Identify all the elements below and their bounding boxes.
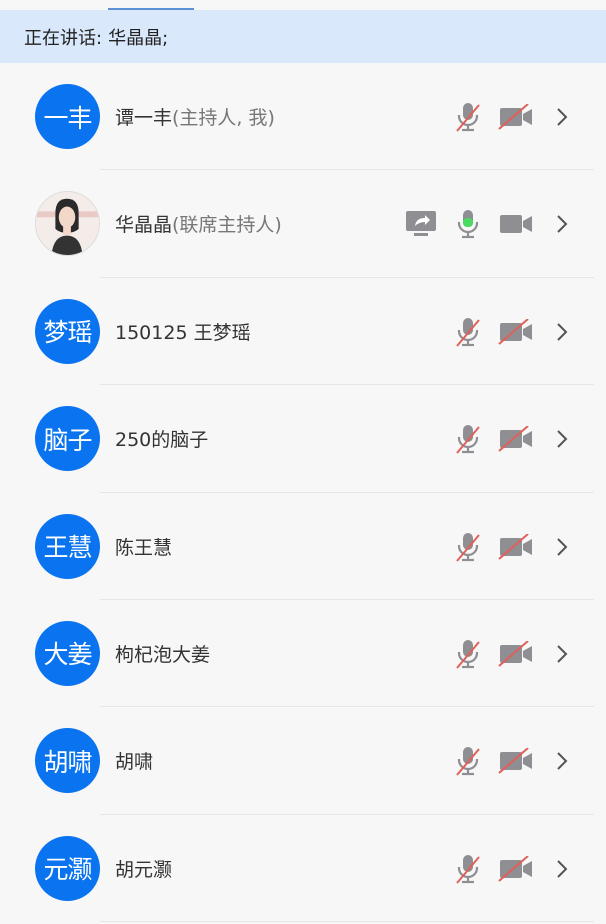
chevron-right-icon[interactable] xyxy=(550,208,574,240)
camera-off-icon[interactable] xyxy=(497,638,535,670)
participant-row[interactable]: 大姜 枸杞泡大姜 xyxy=(0,600,606,708)
camera-on-icon[interactable] xyxy=(497,208,535,240)
participant-name: 150125 王梦瑶 xyxy=(115,321,251,344)
chevron-right-icon[interactable] xyxy=(550,638,574,670)
avatar: 一丰 xyxy=(35,84,100,149)
mic-muted-icon[interactable] xyxy=(452,853,484,885)
camera-off-icon[interactable] xyxy=(497,101,535,133)
chevron-right-icon[interactable] xyxy=(550,745,574,777)
mic-muted-icon[interactable] xyxy=(452,423,484,455)
avatar: 大姜 xyxy=(35,620,100,686)
speaking-name: 华晶晶; xyxy=(108,27,169,49)
avatar: 胡啸 xyxy=(35,728,100,794)
participant-name: 陈王慧 xyxy=(115,536,173,559)
camera-off-icon[interactable] xyxy=(497,423,535,455)
chevron-right-icon[interactable] xyxy=(550,853,574,885)
participant-row[interactable]: 一丰 谭一丰 (主持人, 我) xyxy=(0,63,606,171)
participant-row[interactable]: 胡啸 胡啸 xyxy=(0,707,606,815)
participant-name: 胡啸 xyxy=(115,751,154,774)
participant-role: (联席主持人) xyxy=(172,214,282,237)
participant-name-group: 150125 王梦瑶 xyxy=(115,278,251,385)
participant-row[interactable]: 梦瑶 150125 王梦瑶 xyxy=(0,278,606,386)
participant-row[interactable]: 元灏 胡元灏 xyxy=(0,815,606,923)
mic-muted-icon[interactable] xyxy=(452,101,484,133)
participant-row[interactable]: 王慧 陈王慧 xyxy=(0,493,606,600)
chevron-right-icon[interactable] xyxy=(550,531,574,563)
camera-off-icon[interactable] xyxy=(497,531,535,563)
mic-muted-icon[interactable] xyxy=(452,638,484,670)
avatar xyxy=(35,191,100,257)
speaking-banner: 正在讲话: 华晶晶; xyxy=(0,10,606,63)
mic-muted-icon[interactable] xyxy=(452,316,484,348)
speaking-label: 正在讲话: xyxy=(24,27,103,49)
avatar: 梦瑶 xyxy=(35,298,100,364)
participant-name-group: 谭一丰 (主持人, 我) xyxy=(115,63,275,170)
avatar: 王慧 xyxy=(35,513,100,579)
avatar: 元灏 xyxy=(35,835,100,901)
participant-row[interactable]: 华晶晶 (联席主持人) xyxy=(0,170,606,278)
participant-name-group: 250的脑子 xyxy=(115,385,208,492)
participant-name: 华晶晶 xyxy=(115,214,173,237)
participant-name: 胡元灏 xyxy=(115,858,173,881)
row-divider xyxy=(100,921,594,923)
participant-name-group: 枸杞泡大姜 xyxy=(115,600,210,707)
camera-off-icon[interactable] xyxy=(497,745,535,777)
participant-name: 谭一丰 xyxy=(115,107,173,129)
participant-list: 一丰 谭一丰 (主持人, 我) 华晶晶 (联席主持人) 梦瑶 150125 王梦瑶 脑子… xyxy=(0,63,606,923)
mic-active-icon[interactable] xyxy=(452,208,484,240)
chevron-right-icon[interactable] xyxy=(550,423,574,455)
screen-share-icon[interactable] xyxy=(404,208,438,240)
mic-muted-icon[interactable] xyxy=(452,531,484,563)
camera-off-icon[interactable] xyxy=(497,316,535,348)
avatar: 脑子 xyxy=(35,406,100,472)
chevron-right-icon[interactable] xyxy=(550,101,574,133)
participant-name-group: 胡啸 xyxy=(115,707,153,814)
participant-name-group: 陈王慧 xyxy=(115,493,172,600)
participant-row[interactable]: 脑子 250的脑子 xyxy=(0,385,606,493)
mic-muted-icon[interactable] xyxy=(452,745,484,777)
participant-name-group: 华晶晶 (联席主持人) xyxy=(115,170,282,277)
participant-name-group: 胡元灏 xyxy=(115,815,172,922)
participant-name: 250的脑子 xyxy=(115,429,209,452)
participant-name: 枸杞泡大姜 xyxy=(115,643,211,666)
participant-role: (主持人, 我) xyxy=(172,107,275,129)
chevron-right-icon[interactable] xyxy=(550,316,574,348)
camera-off-icon[interactable] xyxy=(497,853,535,885)
